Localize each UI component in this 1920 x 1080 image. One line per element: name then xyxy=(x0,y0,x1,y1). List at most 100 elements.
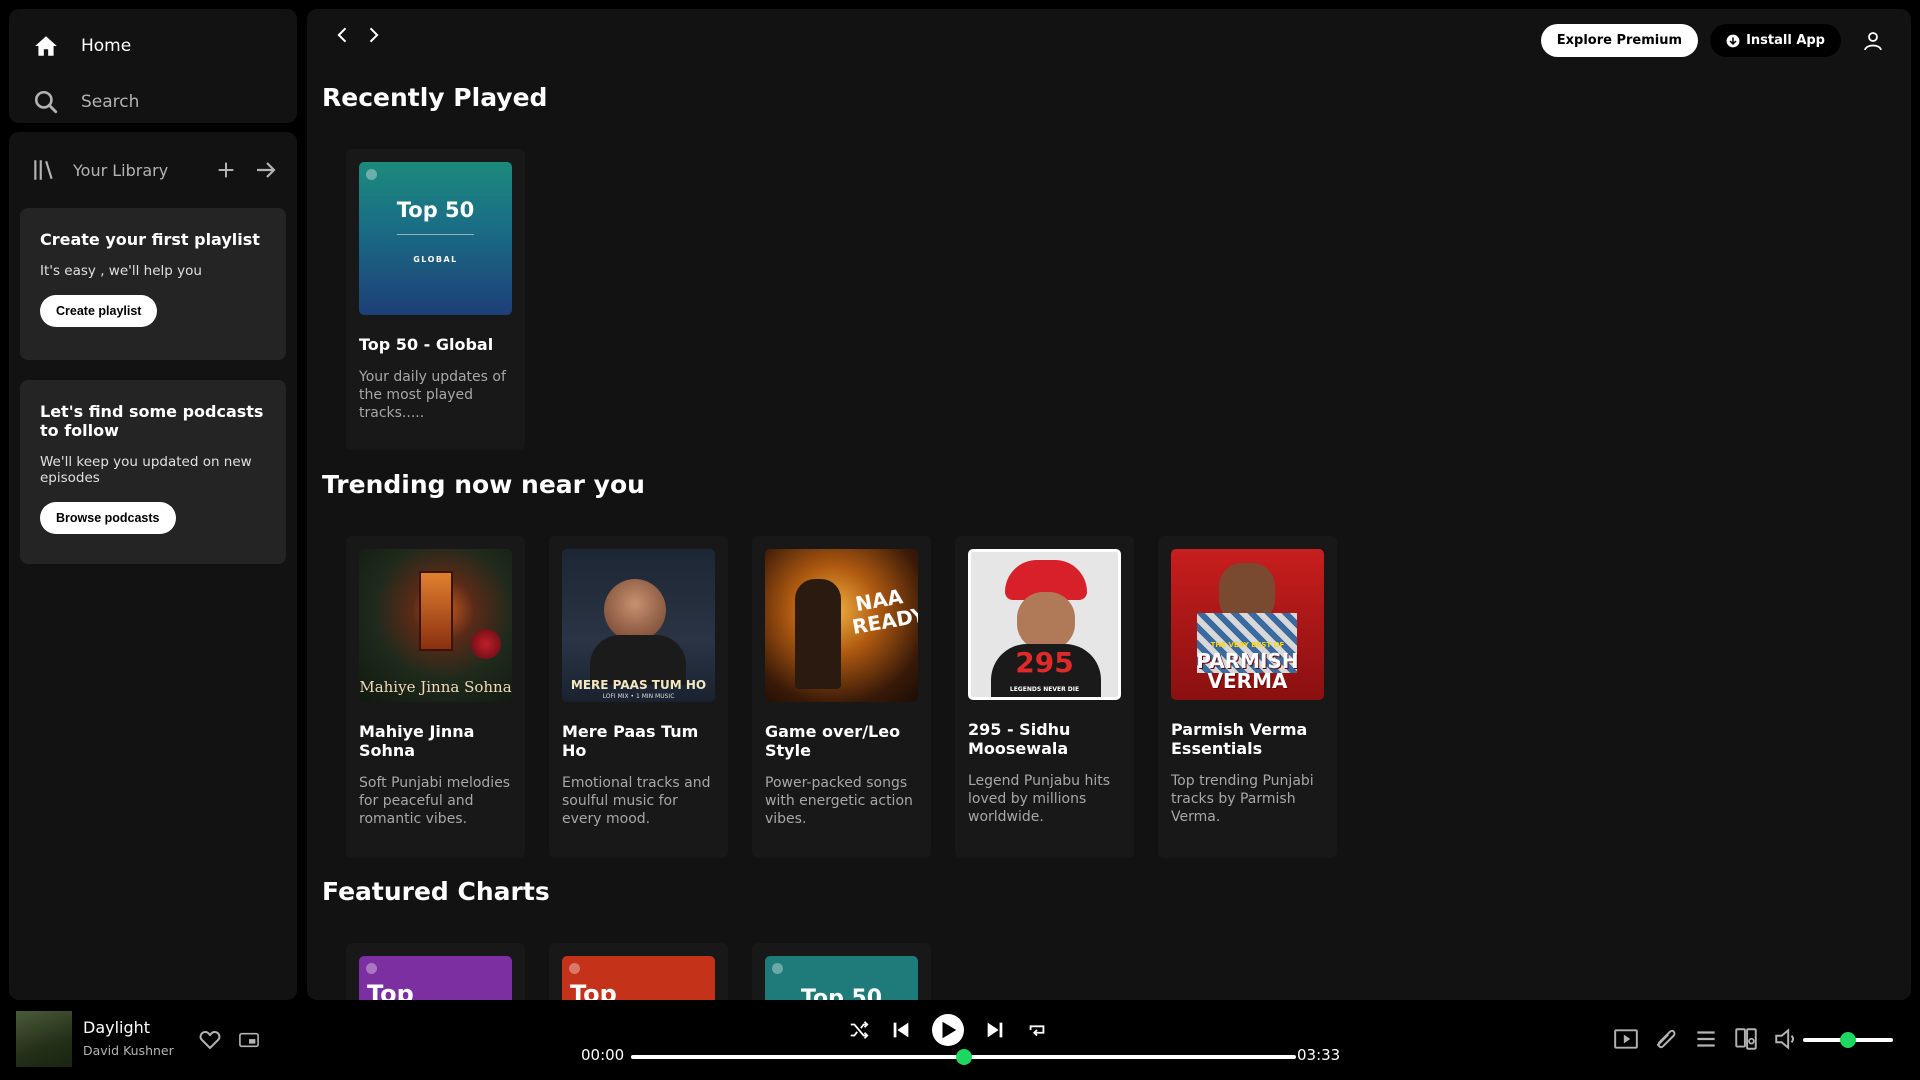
chart-card[interactable]: Top xyxy=(549,943,728,1000)
browse-podcasts-button[interactable]: Browse podcasts xyxy=(40,502,176,534)
cover-phonebooth xyxy=(419,571,453,651)
progress-bar[interactable] xyxy=(631,1049,1296,1065)
playlist-card[interactable]: MERE PAAS TUM HO LOFI MIX • 1 MIN MUSIC … xyxy=(549,536,728,858)
cover-title: Top 50 xyxy=(800,986,883,1000)
featured-charts-row: Top Top Top 50 xyxy=(346,943,931,1000)
playlist-card[interactable]: Mahiye Jinna Sohna Mahiye Jinna Sohna So… xyxy=(346,536,525,858)
spotify-logo-icon xyxy=(569,963,580,974)
now-playing-art[interactable] xyxy=(16,1011,72,1067)
playlist-desc: Top trending Punjabi tracks by Parmish V… xyxy=(1171,773,1314,825)
volume-icon[interactable] xyxy=(1773,1026,1799,1052)
play-button[interactable] xyxy=(932,1014,964,1046)
nav-home-label: Home xyxy=(81,36,132,56)
cover-text: PARMISH VERMA xyxy=(1196,649,1299,693)
now-playing-artist[interactable]: David Kushner xyxy=(83,1043,174,1058)
library-header: Your Library xyxy=(31,152,281,188)
repeat-icon[interactable] xyxy=(1026,1019,1048,1041)
create-playlist-title: Create your first playlist xyxy=(40,230,260,249)
now-playing-title[interactable]: Daylight xyxy=(83,1018,150,1037)
library-icon[interactable] xyxy=(31,157,57,183)
podcasts-title: Let's find some podcasts to follow xyxy=(40,402,264,440)
cover-art: Top xyxy=(562,956,715,1000)
user-icon[interactable] xyxy=(1861,29,1885,53)
create-playlist-button[interactable]: Create playlist xyxy=(40,295,158,327)
next-icon[interactable] xyxy=(984,1019,1006,1041)
playlist-desc: Emotional tracks and soulful music for e… xyxy=(562,775,711,827)
playback-controls xyxy=(848,1014,1048,1046)
recently-played-title: Recently Played xyxy=(322,83,548,112)
heart-icon[interactable] xyxy=(198,1028,222,1052)
picture-in-picture-icon[interactable] xyxy=(238,1030,260,1050)
cover-text: NAA READY xyxy=(850,584,918,640)
cover-text: MERE PAAS TUM HO xyxy=(570,678,707,692)
home-icon xyxy=(35,36,57,56)
cover-subtext: LOFI MIX • 1 MIN MUSIC xyxy=(602,693,675,700)
main-content: Explore Premium Install App Recently Pla… xyxy=(307,9,1911,1000)
playlist-title: 295 - Sidhu Moosewala xyxy=(968,720,1071,758)
sidebar-nav: Home Search xyxy=(9,9,297,123)
lyrics-icon[interactable] xyxy=(1653,1026,1679,1052)
cover-title: Top xyxy=(570,980,617,1000)
arrow-right-icon xyxy=(257,162,276,178)
chart-card[interactable]: Top xyxy=(346,943,525,1000)
now-playing-view-icon[interactable] xyxy=(1613,1026,1639,1052)
expand-library-button[interactable] xyxy=(251,155,281,185)
current-time: 00:00 xyxy=(581,1046,625,1064)
playlist-card[interactable]: THE VERY BEST OF PARMISH VERMA Parmish V… xyxy=(1158,536,1337,858)
cover-art: NAA READY xyxy=(765,549,918,702)
chart-card[interactable]: Top 50 xyxy=(752,943,931,1000)
cover-art: Top 50 xyxy=(765,956,918,1000)
trending-title: Trending now near you xyxy=(322,470,645,499)
playlist-desc: Your daily updates of the most played tr… xyxy=(359,369,506,421)
cover-art: 295 LEGENDS NEVER DIE xyxy=(968,549,1121,700)
playlist-title: Mere Paas Tum Ho xyxy=(562,722,699,760)
cover-subtext: THE VERY BEST OF xyxy=(1210,641,1285,649)
nav-search[interactable]: Search xyxy=(33,89,139,115)
cover-title: Top xyxy=(367,980,414,1000)
chevron-left-icon[interactable] xyxy=(333,25,353,45)
cover-subtitle: GLOBAL xyxy=(413,255,458,264)
podcasts-card: Let's find some podcasts to follow We'll… xyxy=(20,380,286,564)
spotify-logo-icon xyxy=(772,963,783,974)
cover-art: THE VERY BEST OF PARMISH VERMA xyxy=(1171,549,1324,700)
cover-art: MERE PAAS TUM HO LOFI MIX • 1 MIN MUSIC xyxy=(562,549,715,702)
play-icon xyxy=(942,1021,957,1039)
playlist-title: Game over/Leo Style xyxy=(765,722,901,760)
nav-home[interactable]: Home xyxy=(33,33,131,59)
podcasts-text: We'll keep you updated on new episodes xyxy=(40,454,252,486)
cover-text: 295 xyxy=(1015,646,1074,679)
install-app-button[interactable]: Install App xyxy=(1710,24,1841,57)
extra-controls xyxy=(1613,1026,1799,1052)
history-nav xyxy=(333,25,383,45)
spotify-logo-icon xyxy=(366,963,377,974)
volume-handle[interactable] xyxy=(1840,1032,1856,1048)
playlist-title: Mahiye Jinna Sohna xyxy=(359,722,475,760)
cover-title: Top 50 xyxy=(396,198,475,222)
create-playlist-card: Create your first playlist It's easy , w… xyxy=(20,208,286,360)
playlist-title: Top 50 - Global xyxy=(359,335,494,354)
cover-subtext: LEGENDS NEVER DIE xyxy=(1009,686,1080,693)
header-actions: Explore Premium Install App xyxy=(1540,24,1885,57)
playlist-card[interactable]: Top 50 GLOBAL Top 50 - Global Your daily… xyxy=(346,149,525,450)
plus-icon xyxy=(218,162,234,178)
search-icon xyxy=(34,90,58,114)
install-app-label: Install App xyxy=(1746,33,1825,48)
playlist-desc: Soft Punjabi melodies for peaceful and r… xyxy=(359,775,511,827)
cover-art: Mahiye Jinna Sohna xyxy=(359,549,512,702)
progress-handle[interactable] xyxy=(955,1049,972,1065)
add-playlist-button[interactable] xyxy=(211,155,241,185)
connect-device-icon[interactable] xyxy=(1733,1026,1759,1052)
playlist-card[interactable]: 295 LEGENDS NEVER DIE 295 - Sidhu Moosew… xyxy=(955,536,1134,858)
playlist-card[interactable]: NAA READY Game over/Leo Style Power-pack… xyxy=(752,536,931,858)
explore-premium-button[interactable]: Explore Premium xyxy=(1540,24,1699,57)
chevron-right-icon[interactable] xyxy=(363,25,383,45)
shuffle-icon[interactable] xyxy=(848,1019,870,1041)
playlist-desc: Legend Punjabu hits loved by millions wo… xyxy=(968,773,1111,825)
cover-text: Mahiye Jinna Sohna xyxy=(359,678,512,696)
library-title[interactable]: Your Library xyxy=(73,161,201,180)
previous-icon[interactable] xyxy=(890,1019,912,1041)
nav-search-label: Search xyxy=(81,92,140,112)
cover-face xyxy=(1017,592,1075,650)
queue-icon[interactable] xyxy=(1693,1026,1719,1052)
volume-slider[interactable] xyxy=(1803,1032,1893,1048)
